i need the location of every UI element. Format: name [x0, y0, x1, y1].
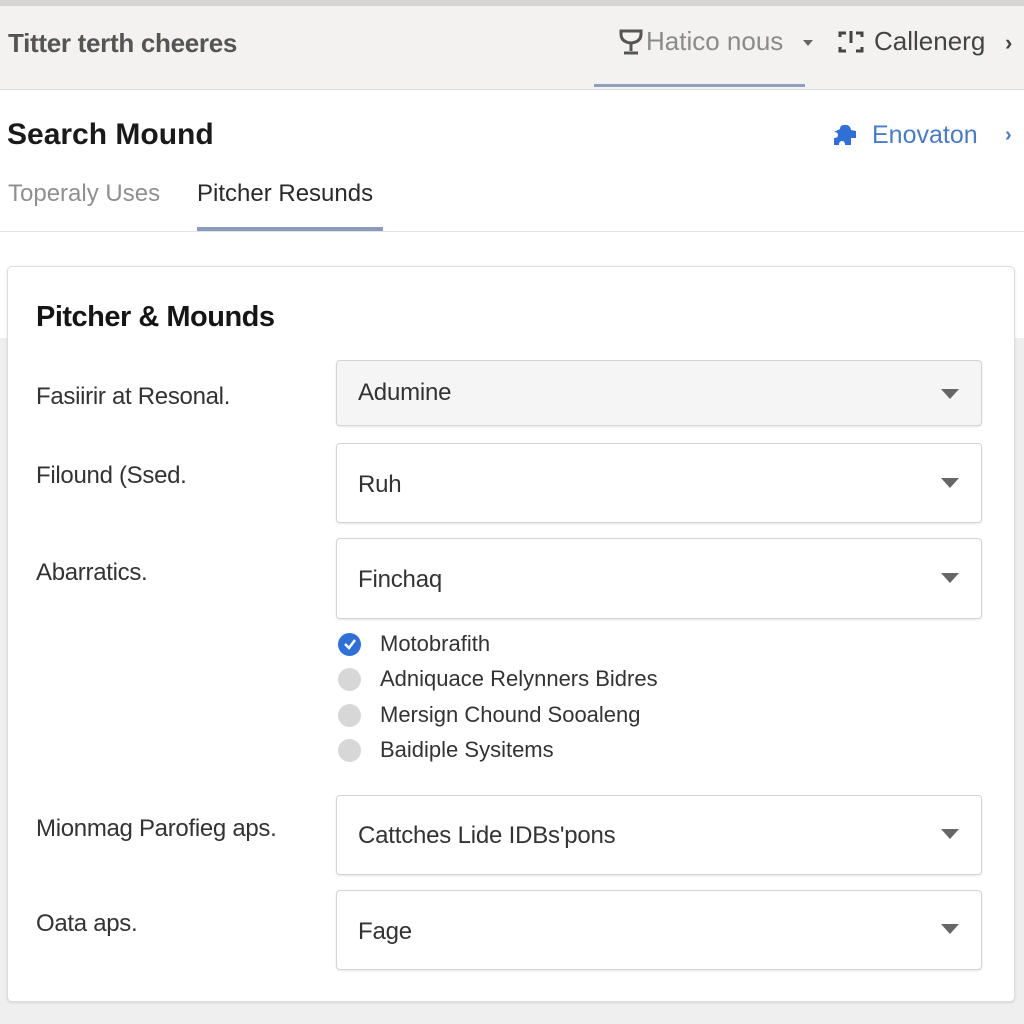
radio-checked-icon[interactable]	[338, 632, 361, 656]
select-value: Cattches Lide IDBs'pons	[358, 822, 616, 849]
chevron-down-icon	[941, 924, 959, 934]
radio-option[interactable]: Adniquace Relynners Bidres	[338, 666, 658, 692]
puzzle-icon	[832, 123, 858, 149]
field-label: Oata aps.	[36, 910, 138, 937]
radio-unchecked-icon[interactable]	[338, 703, 361, 727]
card-title: Pitcher & Mounds	[36, 301, 275, 333]
chevron-right-icon[interactable]: ›	[1005, 30, 1012, 56]
top-nav-label: Hatico nous	[646, 26, 784, 56]
select-oata[interactable]: Fage	[336, 890, 982, 970]
top-nav-label: Callenerg	[874, 26, 986, 56]
tab-toperaly-uses[interactable]: Toperaly Uses	[8, 180, 160, 208]
field-label: Mionmag Parofieg aps.	[36, 815, 277, 842]
select-value: Finchaq	[358, 566, 442, 593]
radio-label: Baidiple Sysitems	[380, 737, 554, 762]
top-nav-item-hatico[interactable]: Hatico nous	[618, 26, 783, 57]
trophy-icon	[618, 28, 644, 56]
page-title: Search Mound	[7, 118, 214, 151]
field-label: Abarratics.	[36, 559, 148, 586]
field-label: Fasiirir at Resonal.	[36, 383, 231, 410]
tabs-divider	[0, 231, 1024, 232]
select-mionmag[interactable]: Cattches Lide IDBs'pons	[336, 795, 982, 875]
enovaton-label: Enovaton	[872, 121, 978, 149]
chevron-down-icon	[941, 389, 959, 399]
field-label: Filound (Ssed.	[36, 462, 187, 489]
chevron-right-icon[interactable]: ›	[1005, 124, 1012, 147]
chevron-down-icon	[941, 573, 959, 583]
radio-option[interactable]: Motobrafith	[338, 631, 490, 657]
radio-label: Adniquace Relynners Bidres	[380, 666, 658, 691]
select-abarratics[interactable]: Finchaq	[336, 538, 982, 619]
select-value: Ruh	[358, 471, 402, 498]
enovaton-link[interactable]: Enovaton	[832, 121, 978, 150]
app-title: Titter terth cheeres	[8, 28, 238, 58]
chevron-down-icon	[941, 478, 959, 488]
focus-frame-icon	[838, 29, 864, 55]
active-nav-indicator	[594, 84, 805, 87]
top-nav-item-callenerg[interactable]: Callenerg	[838, 26, 985, 57]
radio-option[interactable]: Baidiple Sysitems	[338, 737, 554, 763]
select-value: Adumine	[358, 379, 452, 406]
radio-label: Motobrafith	[380, 631, 491, 656]
radio-unchecked-icon[interactable]	[338, 667, 361, 691]
tab-pitcher-resunds[interactable]: Pitcher Resunds	[197, 180, 373, 208]
chevron-down-icon	[941, 829, 959, 839]
radio-option[interactable]: Mersign Chound Sooaleng	[338, 702, 641, 728]
select-filound[interactable]: Ruh	[336, 443, 982, 523]
chevron-down-icon[interactable]	[803, 40, 813, 46]
radio-unchecked-icon[interactable]	[338, 738, 361, 762]
radio-label: Mersign Chound Sooaleng	[380, 702, 641, 727]
select-fasiirir[interactable]: Adumine	[336, 360, 982, 426]
select-value: Fage	[358, 918, 412, 945]
